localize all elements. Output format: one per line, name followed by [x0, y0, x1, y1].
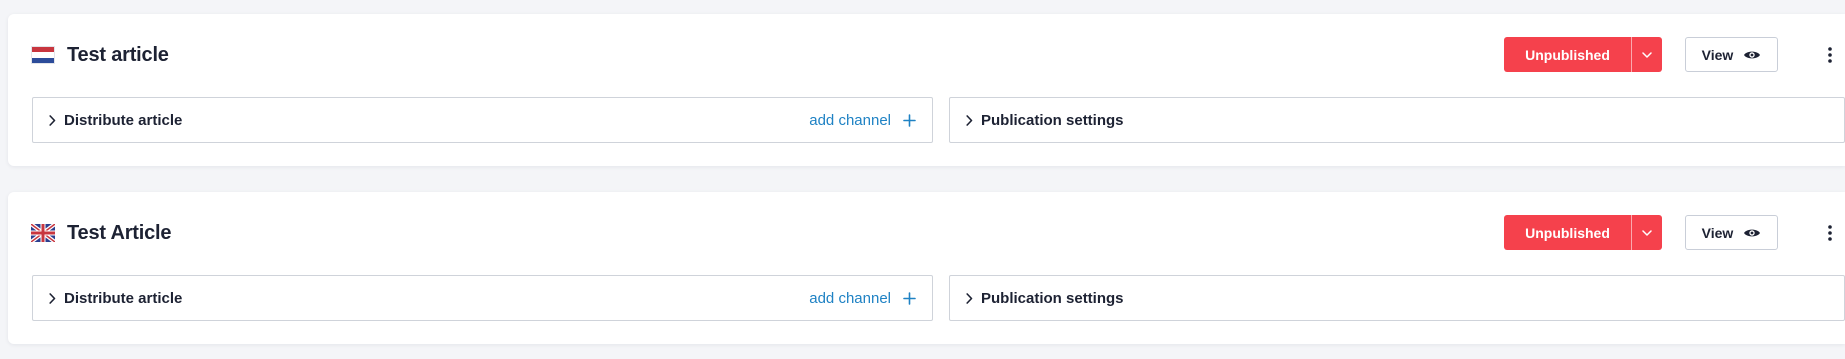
- chevron-right-icon[interactable]: [49, 292, 59, 304]
- eye-icon: [1744, 229, 1761, 236]
- more-options-button[interactable]: [1820, 41, 1840, 69]
- status-dropdown-toggle[interactable]: [1631, 37, 1662, 72]
- publication-settings-label[interactable]: Publication settings: [981, 290, 1124, 307]
- uk-flag-icon: [31, 224, 55, 242]
- view-button-label: View: [1701, 46, 1734, 63]
- add-channel-label: add channel: [809, 111, 891, 129]
- article-card: Test Article Unpublished View Distribute…: [8, 192, 1845, 344]
- add-channel-link[interactable]: add channel: [809, 98, 916, 142]
- distribute-article-label[interactable]: Distribute article: [64, 290, 182, 307]
- publication-settings-label[interactable]: Publication settings: [981, 112, 1124, 129]
- more-vertical-icon: [1828, 225, 1832, 241]
- distribute-article-label[interactable]: Distribute article: [64, 112, 182, 129]
- add-channel-link[interactable]: add channel: [809, 276, 916, 320]
- article-title: Test Article: [67, 222, 172, 244]
- publication-settings-panel[interactable]: Publication settings: [949, 97, 1845, 143]
- status-button[interactable]: Unpublished: [1504, 215, 1631, 250]
- status-dropdown-toggle[interactable]: [1631, 215, 1662, 250]
- chevron-right-icon[interactable]: [966, 114, 976, 126]
- nl-flag-icon: [31, 46, 55, 64]
- article-card: Test article Unpublished View Distribute…: [8, 14, 1845, 166]
- plus-icon: [903, 113, 916, 127]
- distribute-article-panel[interactable]: Distribute article add channel: [32, 97, 933, 143]
- add-channel-label: add channel: [809, 289, 891, 307]
- view-button[interactable]: View: [1685, 215, 1778, 250]
- distribute-article-panel[interactable]: Distribute article add channel: [32, 275, 933, 321]
- view-button-label: View: [1701, 224, 1734, 241]
- eye-icon: [1744, 51, 1761, 58]
- more-vertical-icon: [1828, 47, 1832, 63]
- chevron-right-icon[interactable]: [49, 114, 59, 126]
- more-options-button[interactable]: [1820, 219, 1840, 247]
- plus-icon: [903, 291, 916, 305]
- view-button[interactable]: View: [1685, 37, 1778, 72]
- status-split-button: Unpublished: [1504, 215, 1662, 250]
- publication-settings-panel[interactable]: Publication settings: [949, 275, 1845, 321]
- chevron-right-icon[interactable]: [966, 292, 976, 304]
- chevron-down-icon: [1642, 51, 1652, 58]
- article-title: Test article: [67, 44, 169, 66]
- chevron-down-icon: [1642, 229, 1652, 236]
- status-button[interactable]: Unpublished: [1504, 37, 1631, 72]
- status-split-button: Unpublished: [1504, 37, 1662, 72]
